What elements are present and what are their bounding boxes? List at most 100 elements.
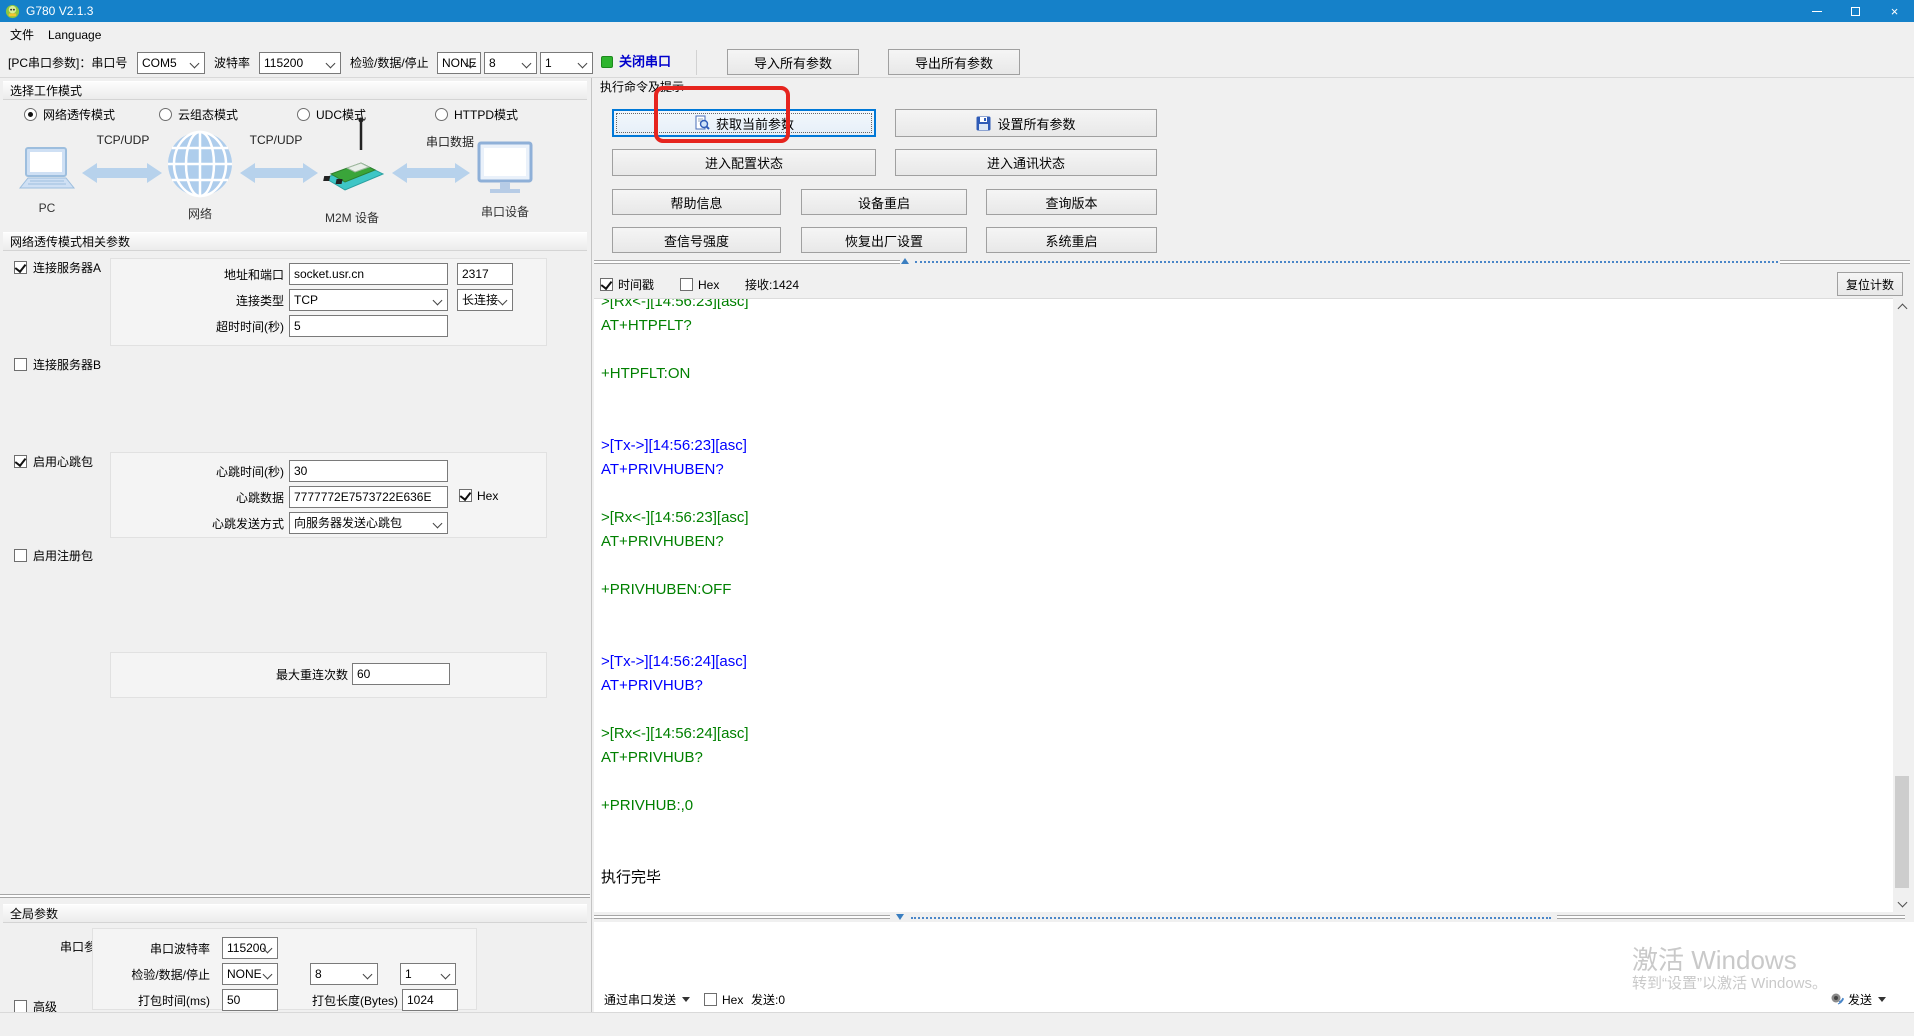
send-splitter-dotted[interactable] <box>911 917 1551 919</box>
minimize-button[interactable] <box>1797 0 1836 22</box>
server-a-checkbox[interactable] <box>14 261 27 274</box>
query-version-button[interactable]: 查询版本 <box>986 189 1157 215</box>
radio-udc-mode[interactable] <box>297 108 310 121</box>
baud-select[interactable]: 115200 <box>259 52 341 74</box>
heartbeat-time-input[interactable]: 30 <box>289 460 448 482</box>
reconnect-input[interactable]: 60 <box>352 663 450 685</box>
send-button[interactable]: 发送 <box>1830 991 1887 1008</box>
pack-time-input[interactable]: 50 <box>222 989 278 1011</box>
enter-config-button[interactable]: 进入配置状态 <box>612 149 876 176</box>
log-splitter-right[interactable] <box>1780 260 1910 264</box>
heartbeat-label[interactable]: 启用心跳包 <box>33 454 93 470</box>
send-hex-label[interactable]: Hex <box>722 992 743 1008</box>
conn-type-select[interactable]: TCP <box>289 289 448 311</box>
send-horn-icon <box>1830 992 1845 1007</box>
restore-button[interactable] <box>1836 0 1875 22</box>
set-params-button[interactable]: 设置所有参数 <box>895 109 1157 137</box>
log-hex-label[interactable]: Hex <box>698 277 719 293</box>
heartbeat-time-label: 心跳时间(秒) <box>216 465 284 479</box>
radio-transparent-mode[interactable] <box>24 108 37 121</box>
get-params-button[interactable]: 获取当前参数 <box>612 109 876 137</box>
panel-divider[interactable] <box>591 78 592 1012</box>
enter-comm-button[interactable]: 进入通讯状态 <box>895 149 1157 176</box>
left-splitter[interactable] <box>0 894 590 898</box>
conn-mode-select[interactable]: 长连接 <box>457 289 513 311</box>
status-strip <box>0 1012 1914 1036</box>
scrollbar-thumb[interactable] <box>1895 776 1909 888</box>
server-address-input[interactable]: socket.usr.cn <box>289 263 448 285</box>
global-stopbits-select[interactable]: 1 <box>400 963 456 985</box>
server-b-checkbox[interactable] <box>14 358 27 371</box>
radio-transparent-mode-label[interactable]: 网络透传模式 <box>43 107 115 123</box>
heartbeat-data-input[interactable]: 7777772E7573722E636E <box>289 486 448 508</box>
menu-language[interactable]: Language <box>42 26 107 44</box>
global-parity-select[interactable]: NONE <box>222 963 278 985</box>
server-b-label[interactable]: 连接服务器B <box>33 357 101 373</box>
log-area[interactable]: >[Rx<-][14:56:23][asc] AT+HTPFLT? +HTPFLT:… <box>594 298 1893 912</box>
timeout-label: 超时时间(秒) <box>216 320 284 334</box>
log-scrollbar[interactable] <box>1893 298 1911 912</box>
menu-file[interactable]: 文件 <box>4 26 40 44</box>
global-params-header: 全局参数 <box>3 904 587 923</box>
heartbeat-mode-select[interactable]: 向服务器发送心跳包 <box>289 512 448 534</box>
splitter-collapse-up-icon[interactable] <box>901 258 909 264</box>
global-baud-select[interactable]: 115200 <box>222 937 278 959</box>
pack-len-input[interactable]: 1024 <box>402 989 458 1011</box>
link3-label: 串口数据 <box>425 135 474 149</box>
get-params-icon <box>694 115 710 131</box>
timestamp-label[interactable]: 时间戳 <box>618 277 654 293</box>
splitter-collapse-down-icon[interactable] <box>896 914 904 920</box>
register-label[interactable]: 启用注册包 <box>33 548 93 564</box>
radio-cloud-mode[interactable] <box>159 108 172 121</box>
serial-device: 串口设备 <box>472 140 538 220</box>
export-params-button[interactable]: 导出所有参数 <box>888 49 1020 75</box>
server-port-input[interactable]: 2317 <box>457 263 513 285</box>
arrow-pc-net <box>82 163 162 183</box>
scroll-up-button[interactable] <box>1893 298 1911 315</box>
serial-device-label: 串口设备 <box>480 205 529 219</box>
activate-windows-hint: 转到“设置”以激活 Windows。 <box>1632 975 1828 992</box>
system-reboot-button[interactable]: 系统重启 <box>986 227 1157 253</box>
close-port-label[interactable]: 关闭串口 <box>619 54 671 70</box>
register-checkbox[interactable] <box>14 549 27 562</box>
factory-reset-button[interactable]: 恢复出厂设置 <box>801 227 967 253</box>
link2-label: TCP/UDP <box>249 133 303 147</box>
radio-cloud-mode-label[interactable]: 云组态模式 <box>178 107 238 123</box>
parity-select[interactable]: NONE <box>437 52 481 74</box>
send-via-serial-dropdown[interactable]: 通过串口发送 <box>604 991 691 1008</box>
import-params-button[interactable]: 导入所有参数 <box>727 49 859 75</box>
heartbeat-hex-label[interactable]: Hex <box>477 488 498 504</box>
com-port-select[interactable]: COM5 <box>137 52 205 74</box>
serial-toolbar: [PC串口参数]：串口号 COM5 波特率 115200 检验/数据/停止 NO… <box>0 48 1914 78</box>
close-button[interactable]: × <box>1875 0 1914 22</box>
radio-httpd-mode-label[interactable]: HTTPD模式 <box>454 107 518 123</box>
signal-strength-button[interactable]: 查信号强度 <box>612 227 781 253</box>
log-splitter-dotted[interactable] <box>915 261 1778 263</box>
reset-count-button[interactable]: 复位计数 <box>1837 272 1903 296</box>
log-hex-checkbox[interactable] <box>680 278 693 291</box>
heartbeat-checkbox[interactable] <box>14 455 27 468</box>
timestamp-checkbox[interactable] <box>600 278 613 291</box>
send-splitter-right[interactable] <box>1557 915 1905 919</box>
log-splitter-left[interactable] <box>594 260 900 264</box>
link1-label: TCP/UDP <box>96 133 150 147</box>
timeout-input[interactable]: 5 <box>289 315 448 337</box>
scroll-down-button[interactable] <box>1893 895 1911 912</box>
m2m-label: M2M 设备 <box>324 211 379 225</box>
heartbeat-mode-label: 心跳发送方式 <box>211 517 284 531</box>
m2m-icon <box>323 117 385 191</box>
heartbeat-data-label: 心跳数据 <box>235 491 284 505</box>
send-splitter-left[interactable] <box>594 915 890 919</box>
port-status-indicator <box>601 56 613 68</box>
heartbeat-hex-checkbox[interactable] <box>459 489 472 502</box>
stopbits-select[interactable]: 1 <box>540 52 593 74</box>
device-reboot-button[interactable]: 设备重启 <box>801 189 967 215</box>
databits-select[interactable]: 8 <box>484 52 537 74</box>
radio-httpd-mode[interactable] <box>435 108 448 121</box>
send-hex-checkbox[interactable] <box>704 993 717 1006</box>
global-databits-select[interactable]: 8 <box>310 963 378 985</box>
help-button[interactable]: 帮助信息 <box>612 189 781 215</box>
server-a-label[interactable]: 连接服务器A <box>33 260 101 276</box>
log-text: >[Rx<-][14:56:23][asc] AT+HTPFLT? +HTPFLT:… <box>601 298 749 886</box>
network-label: 网络 <box>187 207 212 221</box>
